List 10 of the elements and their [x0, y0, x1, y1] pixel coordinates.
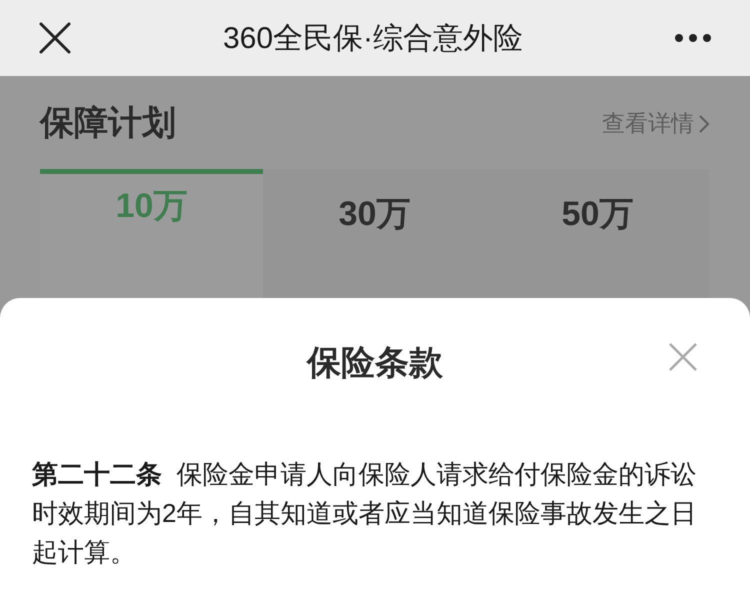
page-title: 360全民保·综合意外险 — [222, 20, 524, 56]
close-icon[interactable] — [38, 21, 72, 55]
section-title: 保障计划 — [40, 103, 176, 144]
clause-paragraph: 第二十二条 保险金申请人向保险人请求给付保险金的诉讼时效期间为2年，自其知道或者应当知道保险事故发生之日起计算。 — [32, 458, 698, 569]
view-details-link[interactable]: 查看详情 — [602, 106, 710, 141]
plan-tab[interactable]: 50万 — [486, 169, 709, 299]
more-icon[interactable] — [674, 33, 712, 43]
sheet-title: 保险条款 — [307, 343, 443, 384]
chevron-right-icon — [698, 114, 710, 134]
plan-tab[interactable]: 30万 — [263, 169, 486, 299]
